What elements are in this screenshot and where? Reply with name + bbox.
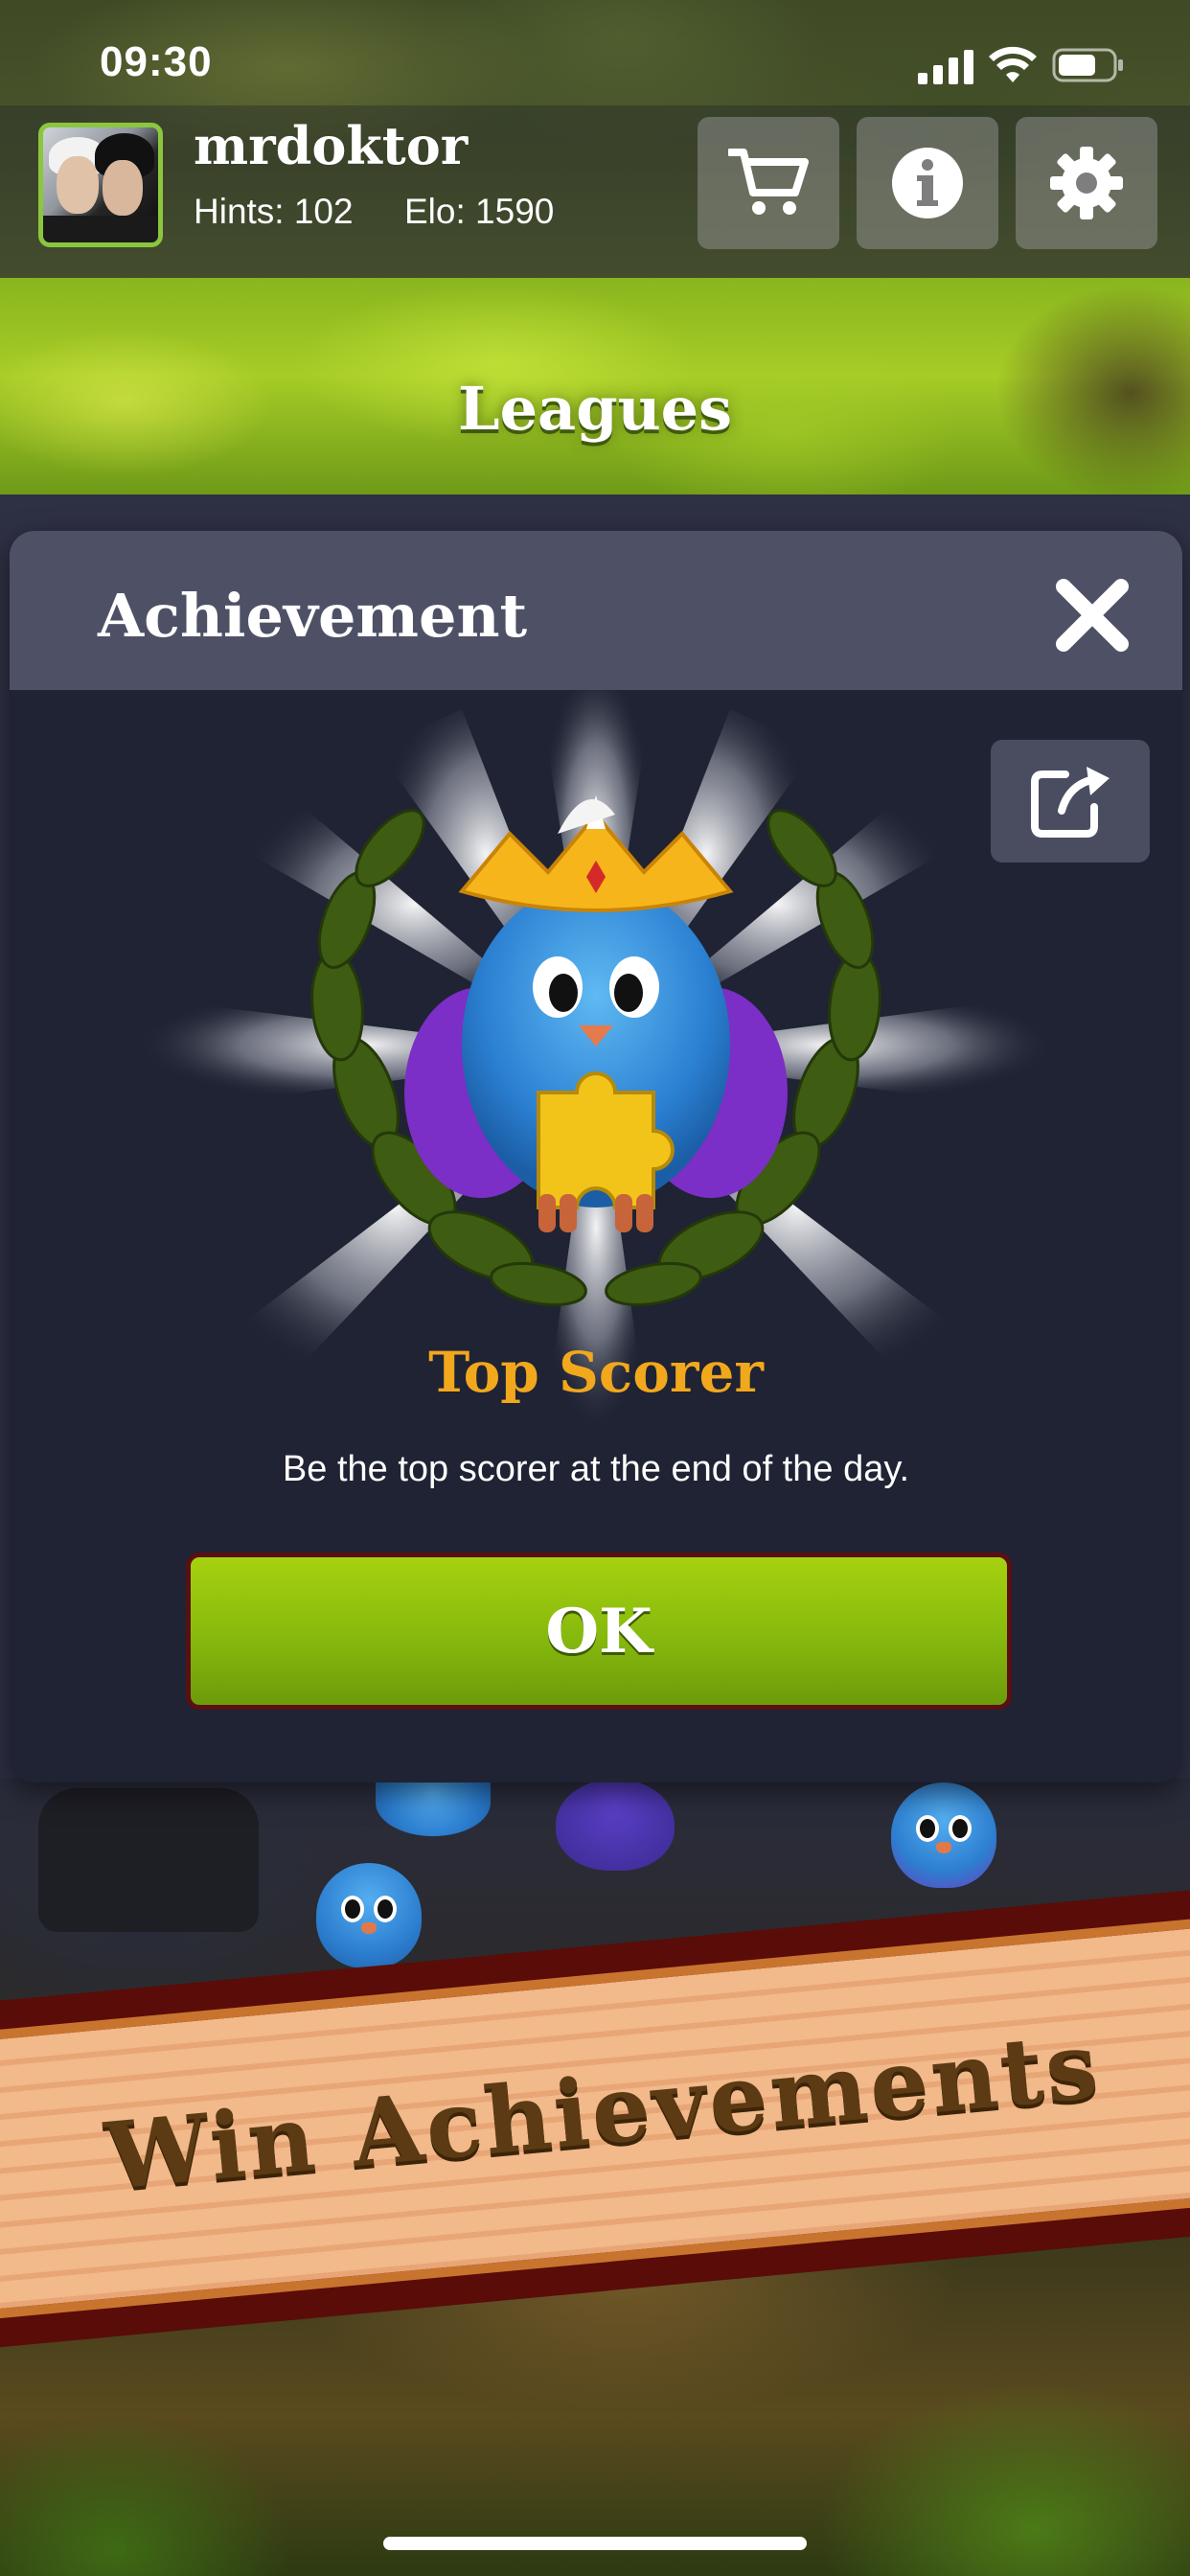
shop-button[interactable] — [698, 117, 839, 249]
bird-figure — [556, 1779, 675, 1871]
ok-button[interactable]: OK — [186, 1552, 1012, 1710]
bird-figure — [316, 1863, 422, 1968]
signal-icon — [918, 50, 975, 88]
battery-icon — [1052, 48, 1125, 86]
elo-rating: Elo: 1590 — [404, 192, 555, 231]
grass-right — [747, 2281, 1190, 2576]
bird-figure — [891, 1782, 996, 1888]
share-icon — [1031, 767, 1110, 838]
achievement-badge — [136, 690, 1056, 1552]
achievement-name: Top Scorer — [428, 1340, 764, 1405]
settings-button[interactable] — [1016, 117, 1157, 249]
close-button[interactable] — [1054, 577, 1131, 654]
leagues-title: Leagues — [458, 374, 732, 444]
hints-count: Hints: 102 — [194, 192, 354, 231]
wifi-icon — [987, 46, 1039, 88]
achievement-description: Be the top scorer at the end of the day. — [282, 1449, 910, 1489]
avatar[interactable] — [38, 123, 163, 247]
header-bar — [0, 105, 1190, 278]
info-button[interactable] — [857, 117, 998, 249]
username: mrdoktor — [194, 115, 469, 176]
gear-icon — [1050, 147, 1123, 219]
grass-left — [0, 2338, 345, 2576]
cart-icon — [728, 149, 809, 215]
tree-stump — [38, 1788, 259, 1932]
status-time: 09:30 — [100, 38, 213, 85]
share-button[interactable] — [991, 740, 1150, 862]
achievement-dialog: Achievement Top Scorer Be the top scorer… — [10, 531, 1182, 1782]
dialog-title: Achievement — [98, 581, 528, 651]
home-indicator[interactable] — [383, 2537, 807, 2550]
close-icon — [1056, 579, 1129, 652]
info-icon — [892, 148, 963, 218]
